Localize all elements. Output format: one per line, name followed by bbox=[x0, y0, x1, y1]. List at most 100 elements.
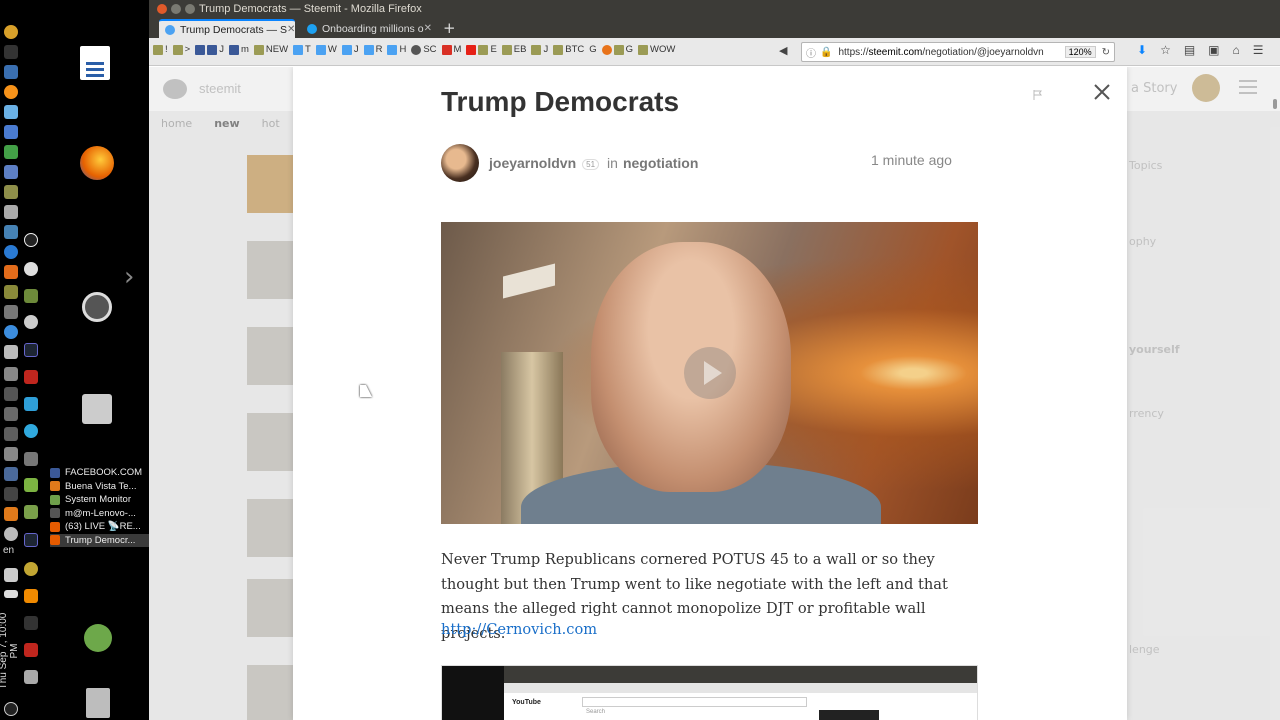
window-list-item[interactable]: FACEBOOK.COM bbox=[50, 466, 149, 480]
window-list-item[interactable]: Trump Democr... bbox=[50, 533, 149, 547]
ball-icon[interactable] bbox=[24, 262, 38, 276]
bookmark[interactable]: E bbox=[466, 44, 497, 55]
app-icon[interactable] bbox=[4, 387, 18, 401]
app-icon[interactable] bbox=[4, 487, 18, 501]
bluetooth-icon[interactable] bbox=[24, 616, 38, 630]
calendar-icon[interactable] bbox=[4, 125, 18, 139]
wifi-icon[interactable] bbox=[4, 527, 18, 541]
scrollbar-thumb[interactable] bbox=[1273, 99, 1277, 109]
bookmark[interactable]: J bbox=[341, 44, 359, 55]
bookmark[interactable]: m bbox=[228, 44, 249, 55]
url-bar[interactable]: ⓘ 🔒 https://steemit.com/negotiation/@joe… bbox=[801, 42, 1115, 62]
bookmark[interactable]: J bbox=[195, 44, 224, 55]
spreadsheet-icon[interactable] bbox=[4, 145, 18, 159]
files-icon[interactable] bbox=[4, 185, 18, 199]
app-icon[interactable] bbox=[4, 467, 18, 481]
app-icon[interactable] bbox=[4, 447, 18, 461]
author-link[interactable]: joeyarnoldvn bbox=[489, 155, 576, 171]
reading-list-icon[interactable]: ▤ bbox=[1184, 43, 1195, 57]
bookmark[interactable]: BTC bbox=[553, 44, 584, 55]
bookmark[interactable]: NEW bbox=[253, 44, 288, 55]
telegram-icon[interactable] bbox=[24, 424, 38, 438]
app-icon[interactable] bbox=[24, 478, 38, 492]
embedded-screenshot[interactable]: YouTube Search bbox=[441, 665, 978, 720]
wallet-icon[interactable] bbox=[4, 25, 18, 39]
url-text[interactable]: https://steemit.com/negotiation/@joeyarn… bbox=[838, 47, 1064, 58]
terminal-icon[interactable] bbox=[4, 45, 18, 59]
archive-icon[interactable] bbox=[82, 394, 112, 424]
maps-icon[interactable] bbox=[24, 397, 38, 411]
bookmark[interactable]: R bbox=[363, 44, 382, 55]
app-icon[interactable] bbox=[4, 345, 18, 359]
browser-icon[interactable] bbox=[4, 245, 18, 259]
bookmark[interactable]: T bbox=[293, 44, 311, 55]
atom-icon[interactable] bbox=[24, 343, 38, 357]
app-icon[interactable] bbox=[4, 105, 18, 119]
bookmark[interactable]: H bbox=[387, 44, 406, 55]
bookmark[interactable]: J bbox=[531, 44, 548, 55]
close-tab-icon[interactable]: ✕ bbox=[287, 24, 295, 35]
clock[interactable]: Thu Sep 7, 10:00 PM bbox=[0, 606, 20, 696]
bookmark[interactable]: WOW bbox=[638, 44, 675, 55]
ubuntu-icon[interactable] bbox=[82, 292, 112, 322]
trash-icon[interactable] bbox=[86, 688, 110, 718]
back-icon[interactable]: ◀ bbox=[779, 44, 787, 57]
filezilla-icon[interactable] bbox=[24, 370, 38, 384]
keyboard-language[interactable]: en bbox=[3, 545, 14, 556]
screenshot-icon[interactable] bbox=[24, 289, 38, 303]
bookmark[interactable]: SC bbox=[411, 44, 437, 55]
post-timestamp[interactable]: 1 minute ago bbox=[871, 152, 952, 168]
bookmark[interactable]: EB bbox=[501, 44, 526, 55]
user-icon[interactable] bbox=[84, 624, 112, 652]
app-icon[interactable] bbox=[4, 165, 18, 179]
author-avatar[interactable] bbox=[441, 144, 479, 182]
close-tab-icon[interactable]: ✕ bbox=[424, 23, 432, 34]
video-embed[interactable] bbox=[441, 222, 978, 524]
play-icon[interactable] bbox=[684, 347, 736, 399]
home-icon[interactable]: ⌂ bbox=[1233, 43, 1240, 57]
bitcoin-icon[interactable] bbox=[4, 85, 18, 99]
obs-icon[interactable] bbox=[24, 233, 38, 247]
browser-icon[interactable] bbox=[4, 325, 18, 339]
window-list-item[interactable]: (63) LIVE 📡RE... bbox=[50, 520, 149, 534]
settings-icon[interactable] bbox=[24, 452, 38, 466]
window-list-item[interactable]: Buena Vista Te... bbox=[50, 480, 149, 494]
app-icon[interactable] bbox=[4, 225, 18, 239]
volume-icon[interactable] bbox=[4, 568, 18, 582]
close-modal-button[interactable] bbox=[1091, 81, 1113, 103]
app-icon[interactable] bbox=[4, 305, 18, 319]
bookmark[interactable]: G bbox=[589, 44, 596, 55]
app-icon[interactable] bbox=[24, 670, 38, 684]
atom-icon[interactable] bbox=[24, 533, 38, 547]
bookmark-star-icon[interactable]: ☆ bbox=[1160, 43, 1171, 57]
webcam-icon[interactable] bbox=[24, 315, 38, 329]
app-icon[interactable] bbox=[4, 407, 18, 421]
tab-onboarding[interactable]: Onboarding millions o ✕ bbox=[301, 19, 433, 38]
category-link[interactable]: negotiation bbox=[623, 155, 698, 171]
reload-icon[interactable]: ↻ bbox=[1102, 47, 1110, 58]
app-icon[interactable] bbox=[4, 427, 18, 441]
bookmark[interactable]: ! bbox=[153, 44, 168, 55]
info-icon[interactable]: ⓘ bbox=[806, 45, 816, 60]
cernovich-link[interactable]: http://Cernovich.com bbox=[441, 621, 597, 638]
download-icon[interactable]: ⬇ bbox=[1137, 43, 1147, 57]
menu-icon[interactable]: ☰ bbox=[1253, 43, 1264, 57]
filezilla-icon[interactable] bbox=[24, 643, 38, 657]
power-icon[interactable] bbox=[4, 702, 18, 716]
files-icon[interactable] bbox=[4, 285, 18, 299]
monitor-icon[interactable] bbox=[4, 367, 18, 381]
battery-icon[interactable] bbox=[4, 590, 18, 598]
flag-icon[interactable] bbox=[1033, 90, 1043, 100]
youtube-icon[interactable]: ▣ bbox=[1208, 43, 1219, 57]
vlc-icon[interactable] bbox=[24, 589, 38, 603]
app-icon[interactable] bbox=[4, 507, 18, 521]
writer-icon[interactable] bbox=[80, 46, 110, 80]
zoom-indicator[interactable]: 120% bbox=[1064, 46, 1096, 58]
bookmark[interactable]: W bbox=[315, 44, 337, 55]
firefox-icon[interactable] bbox=[80, 146, 114, 180]
new-tab-icon[interactable]: + bbox=[443, 19, 456, 37]
app-icon[interactable] bbox=[24, 505, 38, 519]
minimize-window-button[interactable] bbox=[171, 4, 181, 14]
bookmark[interactable]: > bbox=[172, 44, 190, 55]
window-list-item[interactable]: m@m-Lenovo-... bbox=[50, 507, 149, 521]
